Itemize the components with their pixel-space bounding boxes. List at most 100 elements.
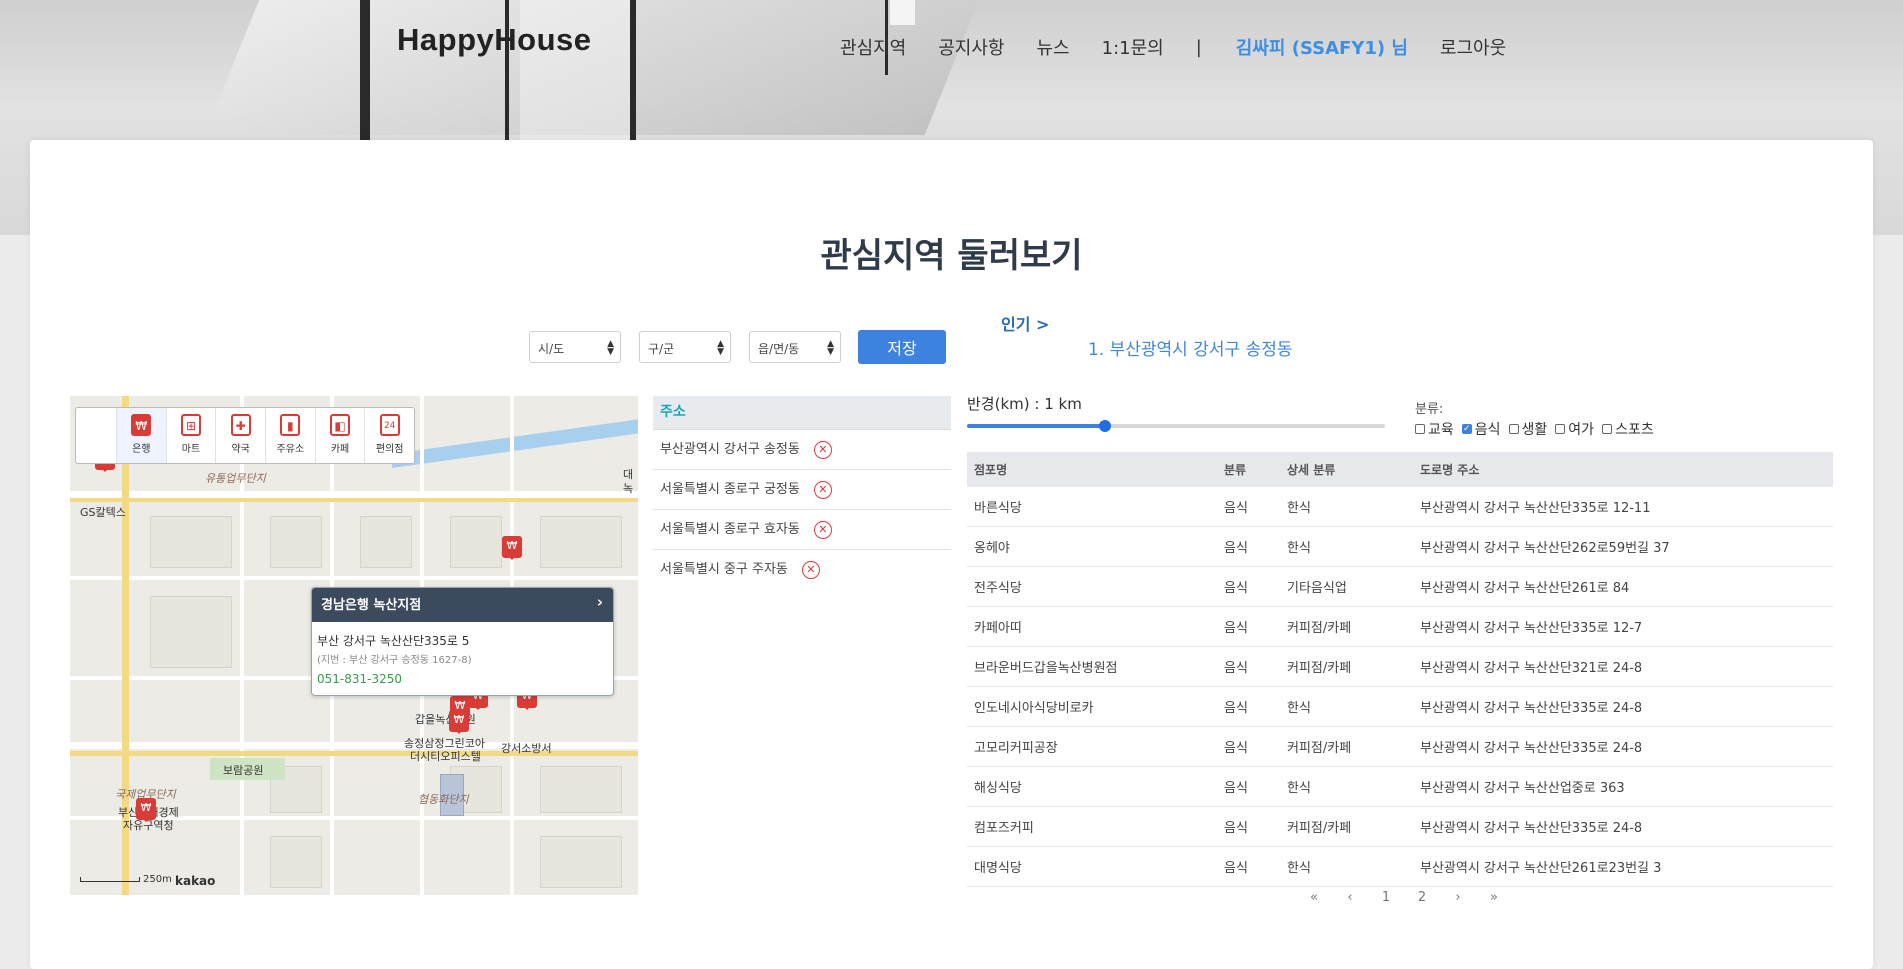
table-row[interactable]: 해싱식당 음식 한식 부산광역시 강서구 녹산산업중로 363: [967, 766, 1833, 807]
saved-address-text[interactable]: 부산광역시 강서구 송정동: [660, 431, 800, 469]
category-label: 약국: [231, 444, 250, 455]
building-glass: [890, 0, 915, 25]
radius-slider[interactable]: [967, 420, 1385, 432]
radius-slider-fill: [967, 424, 1105, 428]
map-block: [270, 516, 322, 568]
saved-address-text[interactable]: 서울특별시 중구 주자동: [660, 551, 788, 589]
delete-icon[interactable]: ✕: [813, 480, 832, 499]
bank-marker[interactable]: ₩: [449, 710, 469, 734]
popular-label[interactable]: 인기 >: [1001, 311, 1049, 335]
map-scale: 250m: [80, 874, 172, 885]
dong-select[interactable]: 읍/면/동 ▲ ▼: [749, 331, 841, 363]
bank-marker[interactable]: ₩: [136, 798, 156, 822]
category-store[interactable]: 24 편의점: [364, 408, 414, 463]
map-label-songjeong-b: 더시티오피스텔: [410, 750, 481, 763]
checkbox[interactable]: [1508, 424, 1519, 434]
table-row[interactable]: 바른식당 음식 한식 부산광역시 강서구 녹산산단335로 12-11: [967, 487, 1833, 527]
filter-sports[interactable]: 스포츠: [1602, 419, 1654, 439]
saved-address-row[interactable]: 부산광역시 강서구 송정동 ✕: [653, 430, 951, 470]
user-name-link[interactable]: 김싸피 (SSAFY1) 님: [1236, 34, 1408, 60]
place-tel[interactable]: 051-831-3250: [312, 666, 613, 686]
bank-marker[interactable]: ₩: [502, 536, 522, 560]
filter-living[interactable]: 생활: [1508, 419, 1548, 439]
logo[interactable]: HappyHouse: [397, 22, 591, 58]
cell-store-name: 브라운버드갑을녹산병원점: [967, 646, 1217, 687]
filter-text: 생활: [1521, 422, 1548, 438]
category-label: 편의점: [375, 444, 404, 455]
nav-inquiry[interactable]: 1:1문의: [1102, 34, 1164, 60]
col-category: 분류: [1217, 452, 1280, 487]
category-bar: ₩ 은행 ⊞ 마트 ✚ 약국 ▮ 주유소 ◧ 카페 24 편의점: [75, 407, 415, 464]
cell-detail-category: 한식: [1280, 526, 1413, 567]
map-label-complex2: 협동화단지: [418, 793, 469, 806]
cell-road-address: 부산광역시 강서구 녹산산업중로 363: [1413, 766, 1833, 807]
cell-road-address: 부산광역시 강서구 녹산산단335로 24-8: [1413, 726, 1833, 767]
table-row[interactable]: 전주식당 음식 기타음식업 부산광역시 강서구 녹산산단261로 84: [967, 566, 1833, 607]
cell-category: 음식: [1217, 846, 1280, 887]
table-row[interactable]: 카페아띠 음식 커피점/카페 부산광역시 강서구 녹산산단335로 12-7: [967, 606, 1833, 647]
cell-detail-category: 커피점/카페: [1280, 646, 1413, 687]
cell-road-address: 부산광역시 강서구 녹산산단261로 84: [1413, 566, 1833, 607]
category-cafe[interactable]: ◧ 카페: [314, 408, 365, 463]
filter-education[interactable]: 교육: [1415, 419, 1454, 439]
table-row[interactable]: 브라운버드갑을녹산병원점 음식 커피점/카페 부산광역시 강서구 녹산산단321로 2…: [967, 646, 1833, 687]
building-column: [360, 0, 370, 140]
page-1[interactable]: 1: [1368, 890, 1404, 905]
checkbox[interactable]: [1415, 424, 1425, 434]
category-pharmacy[interactable]: ✚ 약국: [215, 408, 265, 463]
place-info-header[interactable]: 경남은행 녹산지점 ›: [312, 588, 613, 622]
nav-news[interactable]: 뉴스: [1037, 34, 1070, 60]
chevron-right-icon[interactable]: ›: [597, 593, 603, 611]
page-first[interactable]: «: [1296, 890, 1332, 905]
nav-interest-area[interactable]: 관심지역: [840, 34, 906, 60]
delete-icon[interactable]: ✕: [813, 520, 832, 539]
category-gas[interactable]: ▮ 주유소: [265, 408, 315, 463]
cell-category: 음식: [1217, 566, 1280, 607]
map-block: [360, 516, 412, 568]
delete-icon[interactable]: ✕: [813, 440, 832, 459]
place-info-window[interactable]: 경남은행 녹산지점 › 부산 강서구 녹산산단335로 5 (지번 : 부산 강…: [311, 587, 614, 696]
page-prev[interactable]: ‹: [1332, 890, 1368, 905]
checkbox[interactable]: [1602, 424, 1613, 434]
filter-leisure[interactable]: 여가: [1555, 419, 1594, 439]
radius-slider-handle[interactable]: [1098, 420, 1111, 432]
save-button[interactable]: 저장: [858, 330, 946, 364]
table-row[interactable]: 고모리커피공장 음식 커피점/카페 부산광역시 강서구 녹산산단335로 24-8: [967, 726, 1833, 767]
kakao-map[interactable]: GS칼텍스 유통업무단지 보람공원 협동화단지 국제업무단지 부산진해경제 자유…: [70, 396, 638, 895]
checkbox[interactable]: [1555, 424, 1566, 434]
gugun-select[interactable]: 구/군 ▲ ▼: [639, 331, 731, 363]
scale-bar: [80, 876, 140, 882]
category-bank[interactable]: ₩ 은행: [116, 408, 166, 463]
table-row[interactable]: 대명식당 음식 한식 부산광역시 강서구 녹산산단261로23번길 3: [967, 846, 1833, 887]
table-row[interactable]: 인도네시아식당비로카 음식 한식 부산광역시 강서구 녹산산단335로 24-8: [967, 686, 1833, 727]
filter-label: 분류:: [1415, 402, 1444, 417]
category-label: 주유소: [276, 444, 305, 455]
saved-address-row[interactable]: 서울특별시 종로구 궁정동 ✕: [653, 470, 951, 510]
table-row[interactable]: 컴포즈커피 음식 커피점/카페 부산광역시 강서구 녹산산단335로 24-8: [967, 806, 1833, 847]
saved-address-row[interactable]: 서울특별시 종로구 효자동 ✕: [653, 510, 951, 550]
page-last[interactable]: »: [1476, 890, 1512, 905]
sido-select[interactable]: 시/도 ▲ ▼: [529, 331, 621, 363]
nav-notice[interactable]: 공지사항: [938, 34, 1004, 60]
page-2[interactable]: 2: [1404, 890, 1440, 905]
saved-address-row[interactable]: 서울특별시 중구 주자동 ✕: [653, 550, 951, 589]
pagination: « ‹ 1 2 › »: [1296, 890, 1512, 905]
table-row[interactable]: 옹헤야 음식 한식 부산광역시 강서구 녹산산단262로59번길 37: [967, 526, 1833, 567]
filter-food[interactable]: ✓ 음식: [1461, 419, 1501, 439]
category-label: 마트: [181, 444, 201, 455]
cell-detail-category: 한식: [1280, 487, 1413, 527]
saved-address-text[interactable]: 서울특별시 종로구 효자동: [660, 511, 800, 549]
store-icon: 24: [379, 414, 400, 436]
cell-category: 음식: [1217, 526, 1280, 567]
saved-address-text[interactable]: 서울특별시 종로구 궁정동: [660, 471, 800, 509]
top-nav: 관심지역 공지사항 뉴스 1:1문의 | 김싸피 (SSAFY1) 님 로그아웃: [840, 34, 1538, 60]
category-mart[interactable]: ⊞ 마트: [165, 408, 216, 463]
checkbox-checked[interactable]: ✓: [1461, 424, 1472, 434]
logout-link[interactable]: 로그아웃: [1440, 34, 1506, 60]
cell-road-address: 부산광역시 강서구 녹산산단335로 12-11: [1413, 487, 1833, 527]
page-next[interactable]: ›: [1440, 890, 1476, 905]
delete-icon[interactable]: ✕: [801, 560, 820, 579]
kakao-logo[interactable]: kakao: [175, 874, 215, 888]
popular-item[interactable]: 1. 부산광역시 강서구 송정동: [1088, 335, 1292, 360]
cafe-icon: ◧: [330, 414, 351, 436]
